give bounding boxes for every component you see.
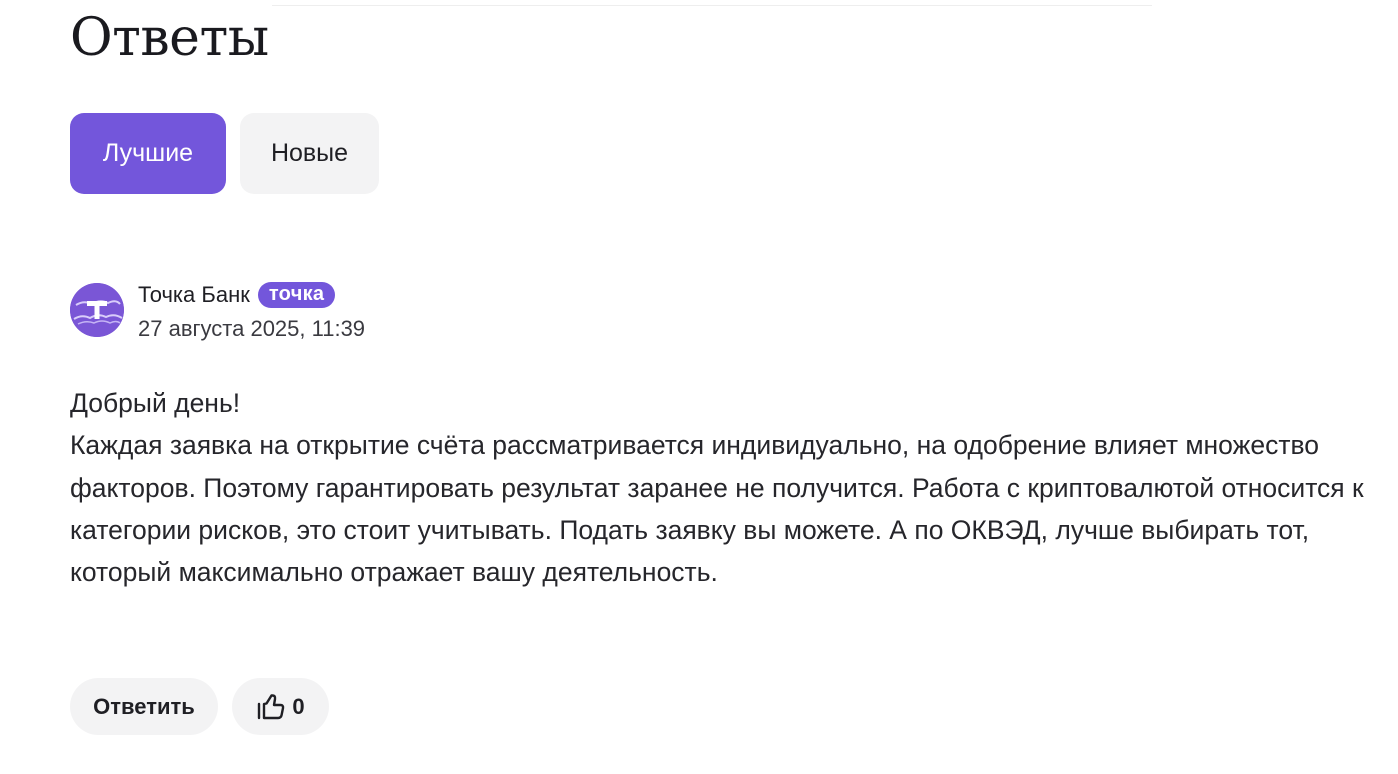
company-badge: точка: [257, 282, 336, 308]
author-name[interactable]: Точка Банк: [138, 282, 250, 308]
tochka-logo-icon: [70, 283, 124, 337]
author-line: Точка Банк точка: [138, 282, 365, 308]
author-row: Точка Банк точка 27 августа 2025, 11:39: [70, 282, 1370, 342]
sort-tabs: Лучшие Новые: [70, 113, 379, 194]
answer-text: Каждая заявка на открытие счёта рассматр…: [70, 430, 1364, 588]
reply-button[interactable]: Ответить: [70, 678, 218, 735]
page-title: Ответы: [70, 8, 269, 68]
answer-greeting: Добрый день!: [70, 388, 241, 418]
avatar[interactable]: [70, 283, 124, 337]
top-divider: [272, 5, 1152, 6]
like-count: 0: [292, 693, 305, 719]
answer-actions: Ответить 0: [70, 678, 329, 735]
tab-new[interactable]: Новые: [240, 113, 379, 194]
tab-best[interactable]: Лучшие: [70, 113, 226, 194]
like-button[interactable]: 0: [232, 678, 329, 735]
answer-body: Добрый день! Каждая заявка на открытие с…: [70, 382, 1370, 593]
author-meta: Точка Банк точка 27 августа 2025, 11:39: [138, 282, 365, 342]
thumbs-up-icon: [256, 693, 286, 721]
answer-card: Точка Банк точка 27 августа 2025, 11:39 …: [70, 282, 1370, 593]
answer-date: 27 августа 2025, 11:39: [138, 316, 366, 341]
